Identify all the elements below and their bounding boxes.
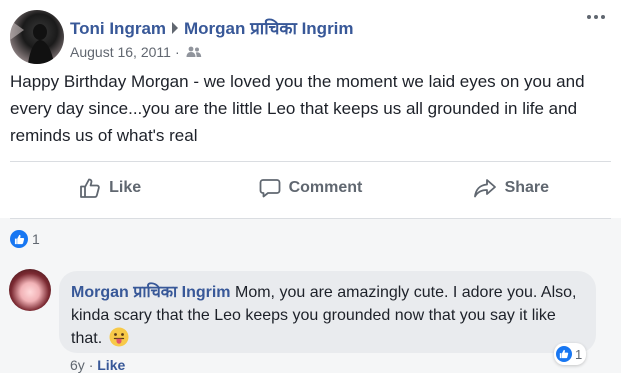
divider xyxy=(10,161,611,162)
meta-separator: · xyxy=(174,44,180,60)
tongue-out-emoji-icon xyxy=(109,327,129,347)
like-button-label: Like xyxy=(109,179,142,196)
thumbs-up-icon xyxy=(80,178,100,198)
comment-author-link[interactable]: Morgan प्राचिका Ingrim xyxy=(71,284,231,301)
comment-reaction-badge[interactable]: 1 xyxy=(554,343,587,365)
share-button-label: Share xyxy=(504,179,550,196)
comment-time-link[interactable]: 6y xyxy=(70,357,85,373)
commenter-avatar[interactable] xyxy=(9,269,51,311)
post-title: Toni Ingram Morgan प्राचिका Ingrim xyxy=(70,16,354,39)
post-actions: Like Comment Share xyxy=(10,166,611,210)
share-arrow-icon xyxy=(473,179,496,198)
post-date-link[interactable]: August 16, 2011 xyxy=(70,44,171,60)
like-reaction-icon xyxy=(556,346,572,362)
post-text: Happy Birthday Morgan - we loved you the… xyxy=(10,72,585,145)
comment-bubble: Morgan प्राचिका Ingrim Mom, you are amaz… xyxy=(59,271,596,353)
author-avatar[interactable] xyxy=(10,10,64,64)
comment-meta: 6y · Like xyxy=(70,357,125,373)
arrow-right-icon xyxy=(172,22,179,34)
friends-icon[interactable] xyxy=(186,46,202,58)
comment-button-label: Comment xyxy=(288,179,363,196)
post-meta: August 16, 2011 · xyxy=(70,44,202,60)
divider xyxy=(10,218,611,219)
more-options-icon[interactable] xyxy=(587,10,611,24)
post-header: Toni Ingram Morgan प्राचिका Ingrim August… xyxy=(10,10,611,66)
comment-section: Morgan प्राचिका Ingrim Mom, you are amaz… xyxy=(0,262,621,373)
reaction-count[interactable]: 1 xyxy=(32,231,40,247)
like-reaction-icon xyxy=(10,230,28,248)
reactions-bar: 1 xyxy=(0,218,621,262)
comment-reaction-count: 1 xyxy=(575,346,583,362)
comment-like-link[interactable]: Like xyxy=(97,357,125,373)
like-button[interactable]: Like xyxy=(10,166,210,210)
recipient-name-link[interactable]: Morgan प्राचिका Ingrim xyxy=(184,19,354,38)
author-name-link[interactable]: Toni Ingram xyxy=(70,19,166,38)
share-button[interactable]: Share xyxy=(411,166,611,210)
comment-meta-separator: · xyxy=(88,357,94,373)
comment-bubble-icon xyxy=(259,179,280,198)
reaction-summary[interactable]: 1 xyxy=(10,230,40,248)
comment-button[interactable]: Comment xyxy=(210,166,410,210)
